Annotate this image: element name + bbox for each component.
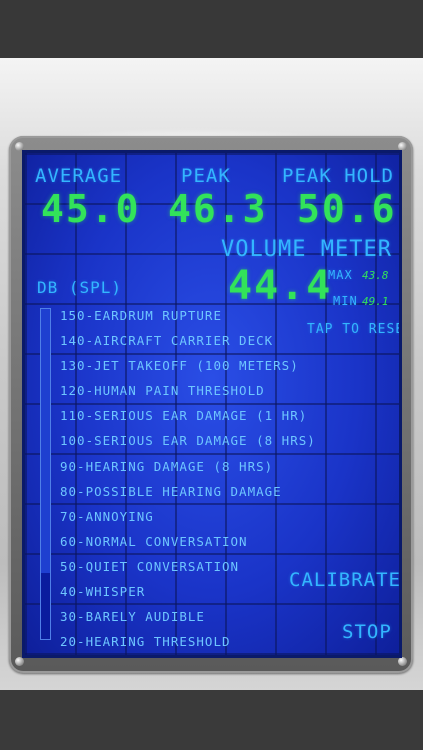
peak-value: 46.3 — [168, 187, 268, 231]
scale-item: 150-EARDRUM RUPTURE — [60, 308, 222, 323]
peak-hold-label: PEAK HOLD — [282, 165, 394, 187]
scale-item: 30-BARELY AUDIBLE — [60, 609, 205, 625]
level-meter-fill — [41, 573, 50, 639]
scale-item: 130-JET TAKEOFF (100 METERS) — [60, 358, 299, 374]
max-label: MAX — [328, 268, 353, 282]
min-value: 49.1 — [362, 295, 389, 308]
scale-item: 110-SERIOUS EAR DAMAGE (1 HR) — [60, 408, 308, 424]
max-value: 43.8 — [362, 269, 389, 282]
db-scale-list: 150-EARDRUM RUPTURE 140-AIRCRAFT CARRIER… — [60, 303, 316, 654]
average-label: AVERAGE — [35, 165, 123, 187]
scale-item: 60-NORMAL CONVERSATION — [60, 533, 248, 549]
volume-meter-title: VOLUME METER — [221, 237, 392, 262]
scale-item: 140-AIRCRAFT CARRIER DECK — [60, 333, 274, 349]
stop-button[interactable]: STOP — [342, 621, 392, 643]
peak-label: PEAK — [181, 165, 231, 187]
bottom-bar — [0, 690, 423, 750]
min-label: MIN — [333, 294, 358, 308]
peak-hold-value: 50.6 — [297, 187, 397, 231]
scale-title: DB (SPL) — [37, 278, 123, 297]
meter-screen[interactable]: AVERAGE 45.0 PEAK 46.3 PEAK HOLD 50.6 VO… — [22, 150, 402, 658]
scale-item: 40-WHISPER — [60, 584, 146, 600]
scale-item: 100-SERIOUS EAR DAMAGE (8 HRS) — [60, 433, 316, 449]
calibrate-button[interactable]: CALIBRATE — [289, 569, 399, 591]
average-value: 45.0 — [41, 187, 141, 231]
level-meter-bar — [40, 308, 51, 640]
scale-item: 90-HEARING DAMAGE (8 HRS) — [60, 458, 274, 474]
scale-item: 20-HEARING THRESHOLD — [60, 634, 231, 650]
scale-item: 80-POSSIBLE HEARING DAMAGE — [60, 483, 282, 499]
screw-icon — [398, 657, 407, 666]
scale-item: 50-QUIET CONVERSATION — [60, 558, 240, 574]
scale-item: 120-HUMAN PAIN THRESHOLD — [60, 383, 265, 399]
top-bar — [0, 0, 423, 58]
screw-icon — [15, 657, 24, 666]
scale-item: 70-ANNOYING — [60, 508, 154, 524]
tap-to-reset-button[interactable]: TAP TO RESET — [307, 322, 399, 337]
